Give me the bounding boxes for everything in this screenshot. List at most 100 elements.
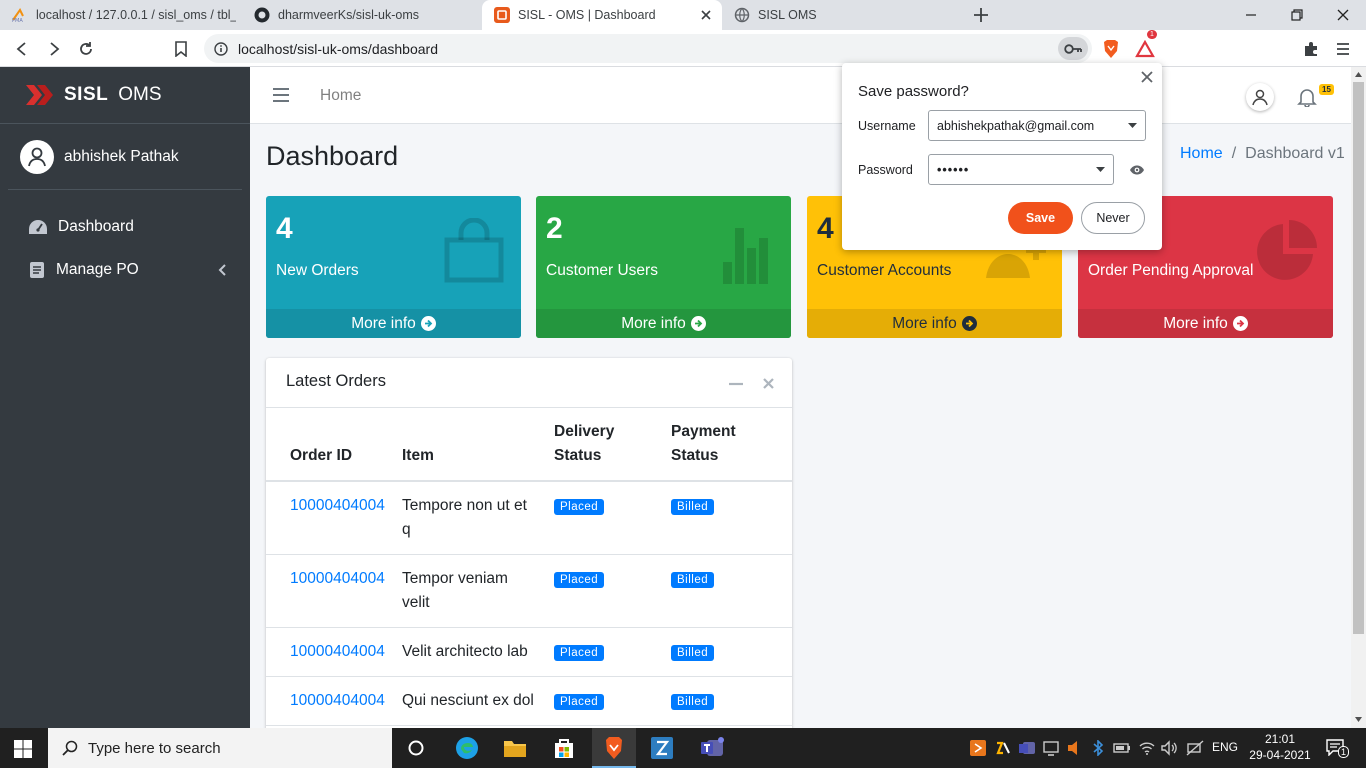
- never-button[interactable]: Never: [1081, 202, 1145, 234]
- tray-display-icon[interactable]: [1043, 740, 1059, 756]
- payment-status-badge: Billed: [671, 645, 715, 661]
- store-icon[interactable]: [552, 736, 576, 760]
- taskbar-clock[interactable]: 21:01 29-04-2021: [1248, 731, 1312, 763]
- sisl-favicon: [494, 7, 510, 23]
- remove-card-icon[interactable]: [763, 378, 774, 389]
- search-placeholder: Type here to search: [88, 739, 221, 757]
- more-info-link[interactable]: More info: [266, 309, 521, 338]
- new-tab-button[interactable]: [972, 6, 990, 24]
- edge-browser-icon[interactable]: [455, 736, 479, 760]
- more-info-link[interactable]: More info: [536, 309, 791, 338]
- header-home-link[interactable]: Home: [320, 87, 361, 105]
- close-window-button[interactable]: [1320, 0, 1366, 30]
- bell-icon[interactable]: [1297, 87, 1317, 107]
- sidebar-item-manage-po[interactable]: Manage PO: [8, 250, 242, 290]
- arrow-circle-right-icon: [420, 316, 436, 331]
- clock-date: 29-04-2021: [1249, 748, 1311, 762]
- taskbar-search-box[interactable]: Type here to search: [48, 728, 392, 768]
- back-button[interactable]: [11, 38, 33, 60]
- brand-logo[interactable]: SISL OMS: [0, 67, 250, 124]
- order-id-link[interactable]: 10000404004: [290, 567, 385, 591]
- scroll-down-arrow-icon[interactable]: [1355, 717, 1362, 722]
- item-name-wrap: q: [402, 521, 411, 538]
- language-indicator[interactable]: ENG: [1212, 740, 1238, 754]
- reload-button[interactable]: [75, 38, 97, 60]
- close-tab-icon[interactable]: [698, 7, 714, 23]
- filezilla-icon[interactable]: [650, 736, 674, 760]
- more-info-label: More info: [892, 314, 957, 332]
- phpmyadmin-icon: PMA: [12, 7, 28, 23]
- browser-tab-bar: PMA localhost / 127.0.0.1 / sisl_oms / t…: [0, 0, 1366, 30]
- order-id-link[interactable]: 10000404004: [290, 689, 385, 713]
- scrollbar-thumb[interactable]: [1353, 82, 1364, 634]
- col-payment-status-line1: Payment: [671, 423, 736, 440]
- bookmark-icon[interactable]: [170, 38, 192, 60]
- tab-github[interactable]: dharmveerKs/sisl-uk-oms: [242, 0, 482, 30]
- file-explorer-icon[interactable]: [503, 736, 527, 760]
- page-scrollbar[interactable]: [1351, 67, 1366, 728]
- close-icon[interactable]: [1140, 70, 1154, 84]
- brand-suffix: OMS: [118, 84, 162, 105]
- sidebar: SISL OMS abhishek Pathak Dashboard Manag…: [0, 67, 250, 728]
- menu-icon[interactable]: [1332, 38, 1354, 60]
- brave-taskbar-button[interactable]: [592, 728, 636, 768]
- user-name: abhishek Pathak: [64, 147, 179, 165]
- username-field[interactable]: abhishekpathak@gmail.com: [928, 110, 1146, 141]
- rewards-badge: 1: [1147, 30, 1157, 39]
- network-icon[interactable]: [1186, 740, 1204, 756]
- battery-icon[interactable]: [1113, 740, 1131, 756]
- tray-teams-icon[interactable]: [1018, 740, 1036, 756]
- order-id-link[interactable]: 10000404004: [290, 640, 385, 664]
- svg-text:PMA: PMA: [12, 18, 23, 22]
- item-name: Velit architecto lab: [402, 643, 528, 660]
- password-key-icon[interactable]: [1058, 37, 1088, 60]
- username-label: Username: [858, 119, 916, 133]
- minimize-button[interactable]: [1228, 0, 1274, 30]
- password-field[interactable]: ••••••: [928, 154, 1114, 185]
- user-menu-icon[interactable]: [1246, 83, 1274, 111]
- restore-button[interactable]: [1274, 0, 1320, 30]
- windows-start-icon[interactable]: [14, 740, 32, 758]
- task-view-icon[interactable]: [404, 736, 428, 760]
- order-id-link[interactable]: 10000404004: [290, 494, 385, 518]
- sisl-logo-icon: [24, 83, 56, 107]
- tab-title: dharmveerKs/sisl-uk-oms: [278, 8, 420, 22]
- brave-rewards-icon[interactable]: 1: [1134, 30, 1157, 60]
- stat-label: Customer Users: [546, 262, 658, 279]
- breadcrumb-home[interactable]: Home: [1180, 145, 1223, 163]
- save-password-button[interactable]: Save: [1008, 202, 1073, 234]
- tray-jetbrains-icon[interactable]: [995, 740, 1011, 756]
- scroll-up-arrow-icon[interactable]: [1355, 72, 1362, 77]
- wifi-icon[interactable]: [1139, 740, 1155, 756]
- collapse-icon[interactable]: [729, 382, 743, 386]
- windows-taskbar: Type here to search ENG 21:01 29-04-2021…: [0, 728, 1366, 768]
- bluetooth-icon[interactable]: [1092, 740, 1104, 756]
- sidebar-item-dashboard[interactable]: Dashboard: [8, 207, 242, 247]
- payment-status-badge: Billed: [671, 694, 715, 710]
- eye-icon[interactable]: [1129, 165, 1145, 175]
- extensions-icon[interactable]: [1300, 38, 1322, 60]
- volume-icon[interactable]: [1161, 740, 1177, 756]
- forward-button[interactable]: [43, 38, 65, 60]
- action-center-icon[interactable]: 1: [1326, 738, 1350, 758]
- more-info-link[interactable]: More info: [807, 309, 1062, 338]
- tray-audio-app-icon[interactable]: [1067, 740, 1079, 756]
- action-center-badge: 1: [1338, 746, 1350, 758]
- user-panel[interactable]: abhishek Pathak: [8, 124, 242, 190]
- site-info-icon[interactable]: [214, 41, 228, 56]
- tab-sisl-dashboard[interactable]: SISL - OMS | Dashboard: [482, 0, 722, 30]
- more-info-link[interactable]: More info: [1078, 309, 1333, 338]
- table-row: 10000404004 Tempore non ut et q Placed B…: [266, 482, 792, 555]
- tab-phpmyadmin[interactable]: PMA localhost / 127.0.0.1 / sisl_oms / t…: [0, 0, 242, 30]
- page-title: Dashboard: [266, 141, 399, 171]
- brave-shields-icon[interactable]: [1100, 38, 1122, 60]
- dialog-title: Save password?: [858, 83, 969, 100]
- item-name: Tempore non ut et: [402, 497, 527, 514]
- delivery-status-badge: Placed: [554, 572, 605, 588]
- save-password-dialog: Save password? Username abhishekpathak@g…: [842, 63, 1162, 250]
- tray-app-icon[interactable]: [970, 740, 986, 756]
- hamburger-menu-icon[interactable]: [272, 87, 290, 103]
- teams-icon[interactable]: [700, 736, 724, 760]
- tab-sisl-oms[interactable]: SISL OMS: [722, 0, 962, 30]
- address-bar[interactable]: localhost/sisl-uk-oms/dashboard: [204, 34, 1092, 63]
